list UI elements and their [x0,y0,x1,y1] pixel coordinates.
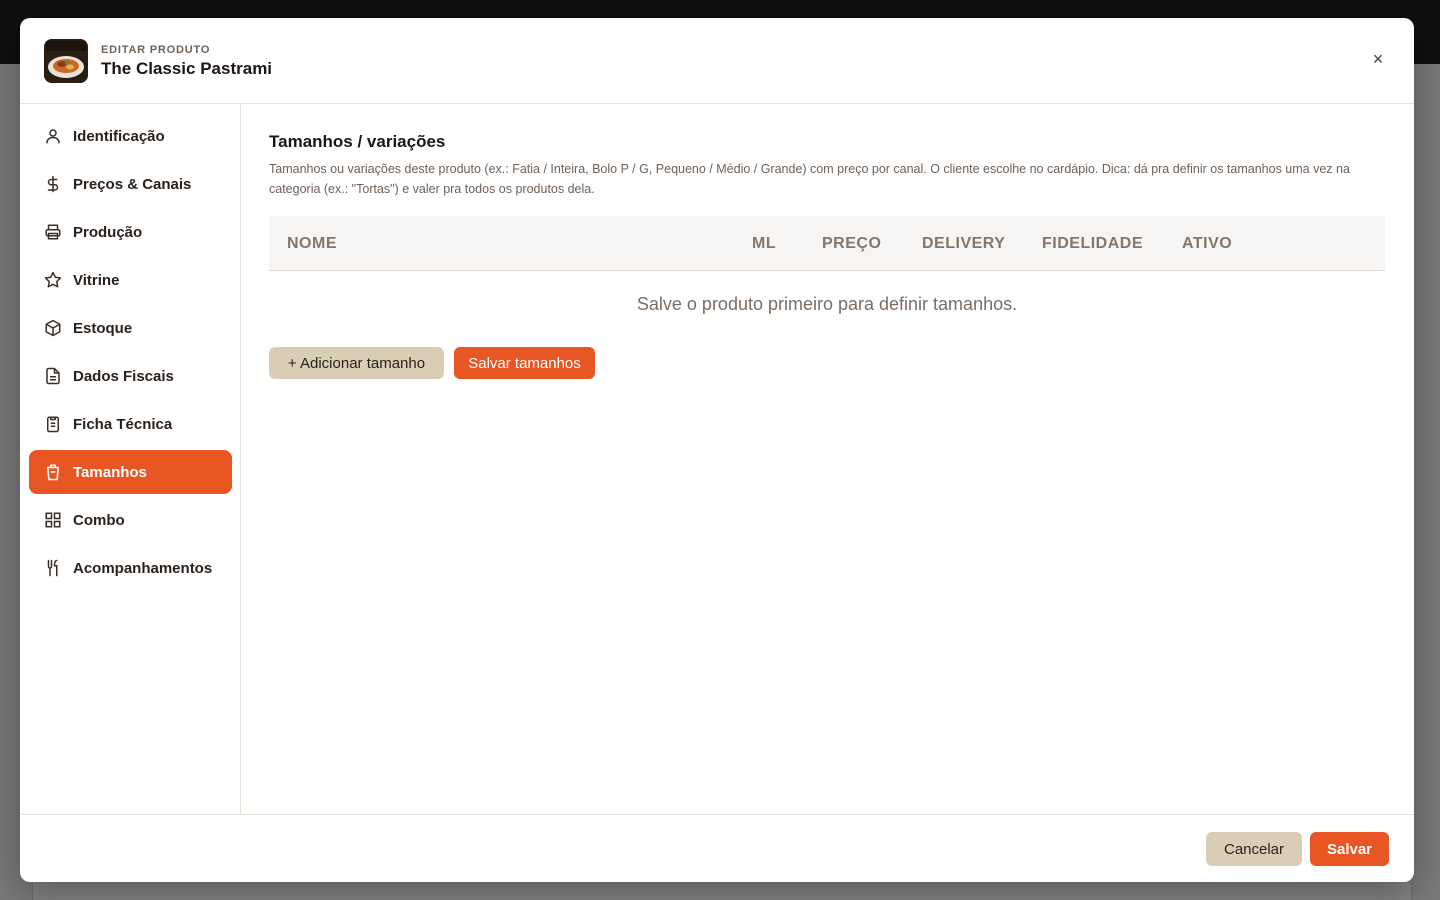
sizes-table-header: NOME ML PREÇO DELIVERY FIDELIDADE ATIVO [269,216,1385,271]
sidebar-item-identificacao[interactable]: Identificação [29,114,232,158]
product-thumbnail [44,39,88,83]
cup-icon [43,462,63,482]
document-icon [43,366,63,386]
column-header-ml: ML [752,235,777,252]
column-header-ativo: ATIVO [1182,235,1233,252]
sidebar-item-label: Tamanhos [73,463,147,481]
sidebar-item-label: Preços & Canais [73,175,192,193]
close-icon: × [1372,48,1384,69]
save-button[interactable]: Salvar [1310,832,1389,866]
sidebar-item-precos-canais[interactable]: Preços & Canais [29,162,232,206]
printer-icon [43,222,63,242]
star-icon [43,270,63,290]
modal-header: EDITAR PRODUTO The Classic Pastrami × [20,18,1414,104]
utensils-icon [43,558,63,578]
sidebar-item-vitrine[interactable]: Vitrine [29,258,232,302]
column-header-nome: NOME [287,235,337,252]
column-header-preco: PREÇO [822,235,882,252]
column-header-delivery: DELIVERY [922,235,1006,252]
section-description: Tamanhos ou variações deste produto (ex.… [269,162,1350,196]
add-size-button[interactable]: + Adicionar tamanho [269,347,444,379]
box-icon [43,318,63,338]
main-content: Tamanhos / variações Tamanhos ou variaçõ… [241,104,1414,815]
sidebar-item-acompanhamentos[interactable]: Acompanhamentos [29,546,232,590]
sidebar-item-ficha-tecnica[interactable]: Ficha Técnica [29,402,232,446]
sidebar-item-label: Produção [73,223,143,241]
empty-state-message: Salve o produto primeiro para definir ta… [636,294,1018,314]
dollar-icon [43,174,63,194]
clipboard-icon [43,414,63,434]
save-sizes-button[interactable]: Salvar tamanhos [454,347,595,379]
sidebar-nav: Identificação Preços & Canais Produção V… [20,104,241,815]
sidebar-item-label: Ficha Técnica [73,415,173,433]
user-icon [43,126,63,146]
cancel-button[interactable]: Cancelar [1206,832,1302,866]
section-title: Tamanhos / variações [269,132,446,151]
close-button[interactable]: × [1366,47,1390,71]
sidebar-item-label: Estoque [73,319,133,337]
sidebar-item-label: Combo [73,511,125,529]
column-header-fidelidade: FIDELIDADE [1042,235,1143,252]
sidebar-item-tamanhos[interactable]: Tamanhos [29,450,232,494]
product-title: The Classic Pastrami [101,59,273,78]
sidebar-item-label: Acompanhamentos [73,559,213,577]
sidebar-item-label: Dados Fiscais [73,367,174,385]
sidebar-item-label: Identificação [73,127,165,145]
sidebar-item-producao[interactable]: Produção [29,210,232,254]
grid-icon [43,510,63,530]
edit-product-modal: EDITAR PRODUTO The Classic Pastrami × Id… [20,18,1414,882]
sidebar-item-label: Vitrine [73,271,120,289]
modal-footer: Cancelar Salvar [20,814,1414,882]
sidebar-item-estoque[interactable]: Estoque [29,306,232,350]
sidebar-item-combo[interactable]: Combo [29,498,232,542]
header-eyebrow: EDITAR PRODUTO [101,44,211,56]
sidebar-item-dados-fiscais[interactable]: Dados Fiscais [29,354,232,398]
